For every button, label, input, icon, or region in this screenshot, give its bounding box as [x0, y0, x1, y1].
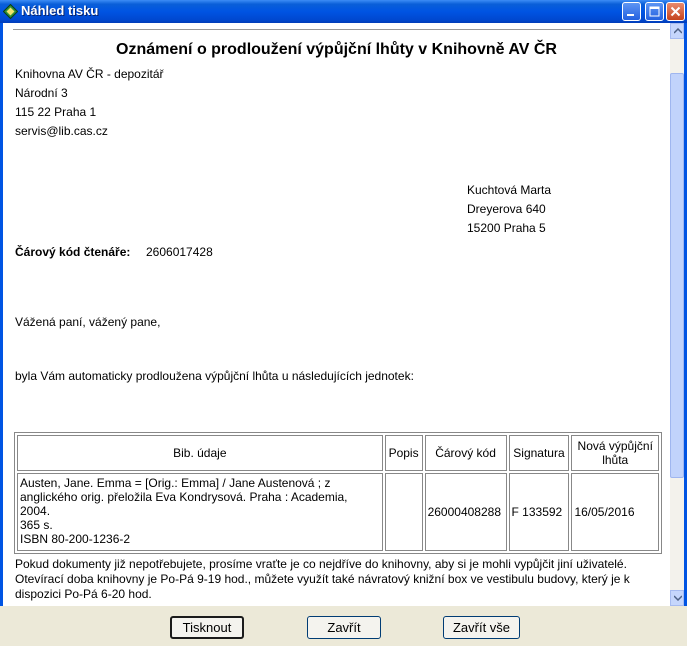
vertical-scrollbar[interactable]: [670, 23, 684, 606]
table-header-row: Bib. údaje Popis Čárový kód Signatura No…: [17, 435, 659, 471]
footer-text: Pokud dokumenty již nepotřebujete, prosí…: [15, 557, 627, 571]
library-street: Národní 3: [15, 86, 68, 100]
scroll-thumb[interactable]: [670, 73, 684, 478]
minimize-icon: [627, 14, 634, 16]
header-popis: Popis: [384, 435, 423, 471]
bib-line: ISBN 80-200-1236-2: [20, 532, 131, 546]
intro-text: byla Vám automaticky prodloužena výpůjčn…: [15, 369, 414, 383]
print-preview-document: Oznámení o prodloužení výpůjční lhůty v …: [3, 23, 670, 606]
bib-line: Austen, Jane. Emma = [Orig.: Emma] / Jan…: [20, 476, 331, 490]
maximize-icon: [649, 6, 660, 17]
close-window-button[interactable]: [666, 2, 685, 21]
barcode-cell: 26000408288: [424, 473, 507, 551]
header-bib: Bib. údaje: [17, 435, 383, 471]
recipient-name: Kuchtová Marta: [467, 183, 552, 197]
scroll-up-button[interactable]: [670, 23, 684, 39]
popis-cell: [384, 473, 423, 551]
bib-line: 365 s.: [20, 518, 53, 532]
app-icon: [3, 4, 18, 19]
button-bar: Tisknout Zavřít Zavřít vše: [0, 606, 687, 646]
library-name: Knihovna AV ČR - depozitář: [15, 67, 164, 81]
reader-barcode-value: 2606017428: [146, 245, 213, 259]
table-row: Austen, Jane. Emma = [Orig.: Emma] / Jan…: [17, 473, 659, 551]
header-due-date: Nová výpůjční lhůta: [571, 435, 659, 471]
header-barcode: Čárový kód: [424, 435, 507, 471]
recipient-street: Dreyerova 640: [467, 202, 546, 216]
title-bar: Náhled tisku: [0, 0, 687, 23]
close-icon: [670, 6, 681, 17]
chevron-up-icon: [674, 28, 682, 34]
bib-line: anglického orig. přeložila Eva Kondrysov…: [20, 490, 348, 518]
scroll-down-button[interactable]: [670, 590, 684, 606]
top-divider: [13, 29, 660, 30]
document-heading: Oznámení o prodloužení výpůjční lhůty v …: [116, 41, 557, 58]
due-date-cell: 16/05/2016: [571, 473, 659, 551]
signatura-cell: F 133592: [508, 473, 570, 551]
close-all-button[interactable]: Zavřít vše: [443, 616, 520, 639]
window-title: Náhled tisku: [21, 3, 99, 18]
maximize-button[interactable]: [645, 2, 664, 21]
close-button[interactable]: Zavřít: [307, 616, 381, 639]
footer-text: dispozici Po-Pá 6-20 hod.: [15, 587, 152, 601]
print-button[interactable]: Tisknout: [170, 616, 244, 639]
library-city: 115 22 Praha 1: [15, 105, 97, 119]
recipient-city: 15200 Praha 5: [467, 221, 546, 235]
header-signatura: Signatura: [508, 435, 570, 471]
reader-barcode-label: Čárový kód čtenáře:: [15, 245, 131, 259]
loans-table: Bib. údaje Popis Čárový kód Signatura No…: [14, 432, 662, 554]
chevron-down-icon: [674, 595, 682, 601]
bib-cell: Austen, Jane. Emma = [Orig.: Emma] / Jan…: [17, 473, 383, 551]
minimize-button[interactable]: [622, 2, 641, 21]
greeting: Vážená paní, vážený pane,: [15, 315, 161, 329]
footer-text: Otevírací doba knihovny je Po-Pá 9-19 ho…: [15, 572, 630, 586]
library-email: servis@lib.cas.cz: [15, 124, 108, 138]
